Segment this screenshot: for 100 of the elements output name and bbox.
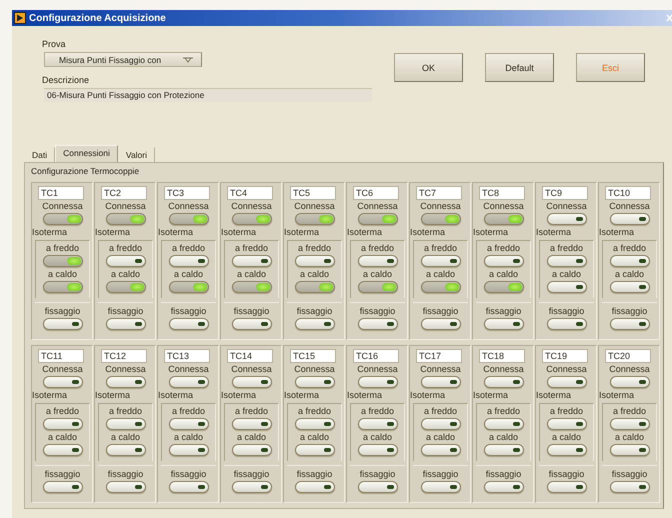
toggle-switch[interactable] <box>484 281 524 293</box>
toggle-switch[interactable] <box>106 255 146 267</box>
thermocouple-name-field[interactable]: TC12 <box>101 349 147 363</box>
toggle-switch[interactable] <box>106 318 146 330</box>
toggle-switch[interactable] <box>168 376 208 388</box>
toggle-switch[interactable] <box>168 255 208 267</box>
toggle-switch[interactable] <box>168 318 208 330</box>
thermocouple-name-field[interactable]: TC5 <box>290 186 336 200</box>
toggle-switch[interactable] <box>610 418 650 430</box>
thermocouple-name-field[interactable]: TC17 <box>416 349 462 363</box>
toggle-switch[interactable] <box>358 213 398 225</box>
thermocouple-name-field[interactable]: TC8 <box>479 186 525 200</box>
toggle-switch[interactable] <box>420 376 460 388</box>
toggle-switch[interactable] <box>358 376 398 388</box>
toggle-switch[interactable] <box>358 418 398 430</box>
thermocouple-name-field[interactable]: TC9 <box>542 186 588 200</box>
tab[interactable]: Connessioni <box>55 145 118 162</box>
dialog-button[interactable]: OK <box>394 53 463 82</box>
toggle-switch[interactable] <box>168 444 208 456</box>
toggle-switch[interactable] <box>420 281 460 293</box>
toggle-switch[interactable] <box>358 281 398 293</box>
toggle-switch[interactable] <box>106 481 146 493</box>
toggle-switch[interactable] <box>294 418 334 430</box>
toggle-switch[interactable] <box>546 444 586 456</box>
toggle-switch[interactable] <box>420 255 460 267</box>
toggle-switch[interactable] <box>168 213 208 225</box>
toggle-switch[interactable] <box>546 418 586 430</box>
description-field[interactable]: 06-Misura Punti Fissaggio con Protezione <box>44 88 372 102</box>
thermocouple-name-field[interactable]: TC20 <box>605 349 651 363</box>
toggle-switch[interactable] <box>420 444 460 456</box>
thermocouple-name-field[interactable]: TC10 <box>605 186 651 200</box>
toggle-switch[interactable] <box>546 318 586 330</box>
toggle-switch[interactable] <box>420 213 460 225</box>
toggle-switch[interactable] <box>106 418 146 430</box>
toggle-switch[interactable] <box>42 281 82 293</box>
toggle-switch[interactable] <box>420 418 460 430</box>
thermocouple-name-field[interactable]: TC7 <box>416 186 462 200</box>
toggle-switch[interactable] <box>546 213 586 225</box>
toggle-switch[interactable] <box>106 376 146 388</box>
thermocouple-name-field[interactable]: TC19 <box>542 349 588 363</box>
toggle-switch[interactable] <box>294 318 334 330</box>
toggle-switch[interactable] <box>42 444 82 456</box>
toggle-switch[interactable] <box>546 281 586 293</box>
toggle-switch[interactable] <box>294 444 334 456</box>
thermocouple-name-field[interactable]: TC18 <box>479 349 525 363</box>
toggle-switch[interactable] <box>610 318 650 330</box>
thermocouple-name-field[interactable]: TC6 <box>353 186 399 200</box>
toggle-switch[interactable] <box>232 213 272 225</box>
toggle-switch[interactable] <box>42 318 82 330</box>
toggle-switch[interactable] <box>610 213 650 225</box>
toggle-switch[interactable] <box>546 376 586 388</box>
toggle-switch[interactable] <box>358 444 398 456</box>
toggle-switch[interactable] <box>358 318 398 330</box>
toggle-switch[interactable] <box>232 318 272 330</box>
thermocouple-name-field[interactable]: TC4 <box>227 186 273 200</box>
toggle-switch[interactable] <box>484 481 524 493</box>
toggle-switch[interactable] <box>294 213 334 225</box>
toggle-switch[interactable] <box>232 444 272 456</box>
toggle-switch[interactable] <box>42 255 82 267</box>
toggle-switch[interactable] <box>610 376 650 388</box>
toggle-switch[interactable] <box>106 281 146 293</box>
toggle-switch[interactable] <box>484 255 524 267</box>
toggle-switch[interactable] <box>294 481 334 493</box>
toggle-switch[interactable] <box>420 318 460 330</box>
toggle-switch[interactable] <box>610 281 650 293</box>
toggle-switch[interactable] <box>294 376 334 388</box>
toggle-switch[interactable] <box>420 481 460 493</box>
toggle-switch[interactable] <box>610 444 650 456</box>
toggle-switch[interactable] <box>42 376 82 388</box>
toggle-switch[interactable] <box>610 255 650 267</box>
toggle-switch[interactable] <box>484 318 524 330</box>
toggle-switch[interactable] <box>358 255 398 267</box>
toggle-switch[interactable] <box>294 255 334 267</box>
toggle-switch[interactable] <box>232 418 272 430</box>
toggle-switch[interactable] <box>232 481 272 493</box>
toggle-switch[interactable] <box>106 444 146 456</box>
toggle-switch[interactable] <box>546 481 586 493</box>
thermocouple-name-field[interactable]: TC13 <box>164 349 210 363</box>
toggle-switch[interactable] <box>294 281 334 293</box>
toggle-switch[interactable] <box>546 255 586 267</box>
toggle-switch[interactable] <box>484 376 524 388</box>
toggle-switch[interactable] <box>232 376 272 388</box>
thermocouple-name-field[interactable]: TC3 <box>164 186 210 200</box>
thermocouple-name-field[interactable]: TC1 <box>38 186 84 200</box>
test-dropdown[interactable]: Misura Punti Fissaggio con <box>44 52 202 67</box>
toggle-switch[interactable] <box>42 481 82 493</box>
thermocouple-name-field[interactable]: TC2 <box>101 186 147 200</box>
toggle-switch[interactable] <box>358 481 398 493</box>
toggle-switch[interactable] <box>484 213 524 225</box>
toggle-switch[interactable] <box>168 418 208 430</box>
dialog-button[interactable]: Default <box>485 53 554 82</box>
thermocouple-name-field[interactable]: TC16 <box>353 349 399 363</box>
thermocouple-name-field[interactable]: TC11 <box>38 349 84 363</box>
toggle-switch[interactable] <box>168 281 208 293</box>
toggle-switch[interactable] <box>42 418 82 430</box>
toggle-switch[interactable] <box>232 255 272 267</box>
thermocouple-name-field[interactable]: TC14 <box>227 349 273 363</box>
toggle-switch[interactable] <box>168 481 208 493</box>
toggle-switch[interactable] <box>232 281 272 293</box>
toggle-switch[interactable] <box>484 418 524 430</box>
